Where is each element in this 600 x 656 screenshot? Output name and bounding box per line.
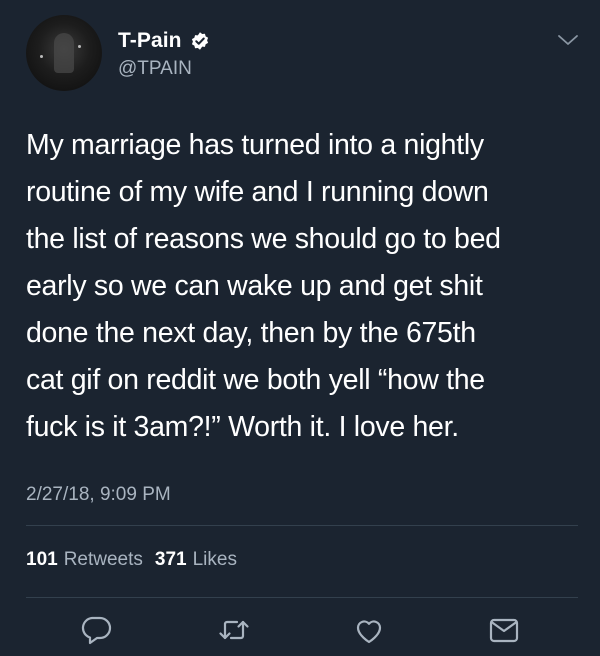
likes-label[interactable]: Likes [193,549,237,571]
chevron-down-icon[interactable] [557,32,579,48]
likes-count[interactable]: 371 [155,549,187,571]
engagement-stats: 101 Retweets 371 Likes [26,549,237,571]
retweets-label[interactable]: Retweets [64,549,143,571]
tweet-text: My marriage has turned into a nightly ro… [26,122,586,451]
avatar[interactable] [26,15,102,91]
verified-badge-icon [191,32,208,50]
avatar-detail [78,45,81,48]
heart-icon[interactable] [351,612,387,648]
tweet-text-line: routine of my wife and I running down [26,176,489,208]
retweets-count[interactable]: 101 [26,549,58,571]
avatar-detail [40,55,43,58]
tweet-actions [0,612,600,648]
retweet-icon[interactable] [216,612,252,648]
tweet-header: T-Pain @TPAIN [0,0,600,100]
tweet-text-line: the list of reasons we should go to bed [26,223,501,255]
tweet-text-line: early so we can wake up and get shit [26,270,483,302]
name-row: T-Pain [118,27,210,55]
divider [26,597,578,598]
divider [26,525,578,526]
tweet-text-line: My marriage has turned into a nightly [26,129,484,161]
user-handle[interactable]: @TPAIN [118,58,192,80]
tweet-text-line: cat gif on reddit we both yell “how the [26,364,485,396]
tweet-timestamp[interactable]: 2/27/18, 9:09 PM [26,484,171,506]
tweet-text-line: fuck is it 3am?!” Worth it. I love her. [26,411,459,443]
tweet-text-line: done the next day, then by the 675th [26,317,476,349]
display-name[interactable]: T-Pain [118,29,182,53]
direct-message-icon[interactable] [486,612,522,648]
reply-icon[interactable] [78,612,114,648]
avatar-figure [54,33,74,73]
